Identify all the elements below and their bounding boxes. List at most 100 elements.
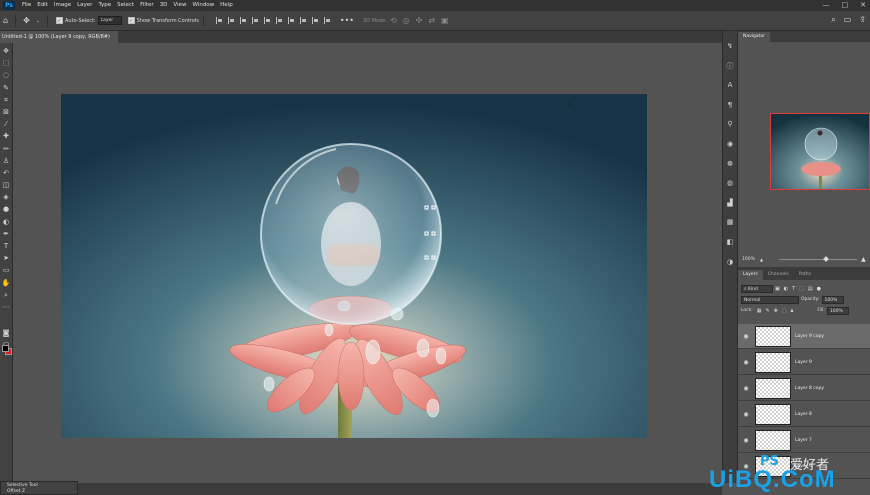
menu-view[interactable]: View (170, 0, 189, 11)
path-select-tool-icon[interactable]: ➤ (1, 252, 11, 264)
chevron-down-icon[interactable]: ⌄ (36, 18, 40, 24)
minimize-button[interactable]: — (823, 0, 830, 11)
paragraph-panel-icon[interactable]: ¶ (724, 96, 736, 116)
filter-smart-icon[interactable]: ▤ (808, 286, 813, 292)
eye-icon[interactable]: ◉ (741, 385, 751, 392)
filter-shape-icon[interactable]: ⬚ (799, 286, 804, 292)
foreground-color-swatch[interactable] (2, 345, 9, 352)
zoom-slider[interactable] (779, 255, 858, 262)
lock-artboard-icon[interactable]: ⬚ (782, 308, 787, 314)
menu-select[interactable]: Select (114, 0, 137, 11)
layer-row[interactable]: ◉ Layer 9 (738, 350, 870, 375)
lasso-tool-icon[interactable]: ◌ (1, 69, 11, 81)
libraries-panel-icon[interactable]: ◧ (724, 233, 736, 253)
eye-icon[interactable]: ◉ (741, 333, 751, 340)
info-panel-icon[interactable]: ⓘ (724, 57, 736, 77)
align-left-icon[interactable] (215, 17, 224, 24)
menu-file[interactable]: File (19, 0, 34, 11)
hand-tool-icon[interactable]: ✋ (1, 277, 11, 289)
distribute-left-icon[interactable] (287, 17, 296, 24)
lock-all-icon[interactable]: 🔒︎ (791, 308, 794, 314)
clone-stamp-tool-icon[interactable]: ♙ (1, 155, 11, 167)
zoom-slider-handle[interactable] (823, 255, 829, 262)
filter-pixel-icon[interactable]: ▣ (775, 286, 780, 292)
layer-row[interactable]: ◉ Layer 8 copy (738, 376, 870, 401)
filter-adjustment-icon[interactable]: ◐ (784, 286, 788, 292)
blend-mode-dropdown[interactable]: Normal (741, 295, 799, 304)
filter-toggle-icon[interactable]: ● (817, 286, 821, 292)
quick-mask-icon[interactable]: ◙ (1, 327, 11, 339)
dodge-tool-icon[interactable]: ◐ (1, 216, 11, 228)
layer-row[interactable]: ◉ Layer 8 (738, 402, 870, 427)
move-tool-icon[interactable]: ✥ (23, 16, 30, 25)
tab-navigator[interactable]: Navigator (738, 32, 771, 42)
character-panel-icon[interactable]: A (724, 76, 736, 96)
distribute-top-icon[interactable] (323, 17, 332, 24)
zoom-level[interactable]: 100% (742, 257, 756, 262)
blur-tool-icon[interactable]: ● (1, 203, 11, 215)
fill-input[interactable]: 100% (826, 306, 849, 315)
history-panel-icon[interactable]: ↯ (724, 37, 736, 57)
tab-paths[interactable]: Paths (794, 270, 816, 280)
show-transform-checkbox[interactable]: ✓ (127, 17, 135, 24)
menu-edit[interactable]: Edit (34, 0, 51, 11)
menu-3d[interactable]: 3D (157, 0, 171, 11)
filter-type-icon[interactable]: T (792, 286, 795, 292)
eyedropper-tool-icon[interactable]: ⁄ (1, 118, 11, 130)
home-icon[interactable]: ⌂ (3, 16, 8, 25)
adjustments-panel-icon[interactable]: ◍ (724, 174, 736, 194)
align-top-icon[interactable] (251, 17, 260, 24)
eye-icon[interactable]: ◉ (741, 437, 751, 444)
3d-roll-icon[interactable]: ◎ (403, 16, 410, 25)
zoom-in-icon[interactable]: ▲ (861, 256, 866, 263)
styles-panel-icon[interactable]: ◑ (724, 253, 736, 273)
learn-panel-icon[interactable]: ⚲ (724, 115, 736, 135)
more-options-icon[interactable]: ••• (340, 16, 354, 25)
opacity-input[interactable]: 100% (821, 295, 844, 304)
lock-pixels-icon[interactable]: ✎ (766, 308, 770, 314)
tab-layers[interactable]: Layers (738, 270, 763, 280)
eye-icon[interactable]: ◉ (741, 359, 751, 366)
shape-tool-icon[interactable]: ▭ (1, 264, 11, 276)
distribute-right-icon[interactable] (311, 17, 320, 24)
tab-channels[interactable]: Channels (763, 270, 794, 280)
auto-select-checkbox[interactable]: ✓ (55, 17, 63, 24)
filter-kind-dropdown[interactable]: ⌕ Kind (741, 284, 773, 293)
close-window-button[interactable]: ✕ (860, 0, 866, 11)
3d-slide-icon[interactable]: ⇄ (428, 16, 435, 25)
zoom-tool-icon[interactable]: ⌕ (1, 289, 11, 301)
3d-scale-icon[interactable]: ▣ (441, 16, 449, 25)
layer-row[interactable]: ◉ Layer 7 (738, 428, 870, 453)
color-panel-icon[interactable]: ◉ (724, 135, 736, 155)
frame-tool-icon[interactable]: ⊠ (1, 106, 11, 118)
lock-transparent-icon[interactable]: ▦ (757, 308, 762, 314)
histogram-panel-icon[interactable]: ▟ (724, 194, 736, 214)
layer-row[interactable]: ◉ Layer 9 copy (738, 324, 870, 349)
crop-tool-icon[interactable]: ⌗ (1, 94, 11, 106)
canvas[interactable] (61, 94, 647, 438)
3d-orbit-icon[interactable]: ⟲ (390, 16, 397, 25)
eye-icon[interactable]: ◉ (741, 411, 751, 418)
menu-filter[interactable]: Filter (137, 0, 157, 11)
zoom-out-icon[interactable]: ▲ (760, 257, 763, 262)
pen-tool-icon[interactable]: ✒ (1, 228, 11, 240)
history-brush-tool-icon[interactable]: ↶ (1, 167, 11, 179)
search-icon[interactable]: ⌕ (831, 15, 835, 25)
navigator-thumbnail[interactable] (770, 113, 870, 190)
share-icon[interactable]: ⇪ (859, 15, 866, 25)
eraser-tool-icon[interactable]: ◫ (1, 179, 11, 191)
auto-select-dropdown[interactable]: Layer (97, 16, 122, 25)
more-tools-icon[interactable]: ⋯ (1, 301, 11, 313)
align-center-icon[interactable] (227, 17, 236, 24)
move-tool-icon[interactable]: ✥ (1, 45, 11, 57)
menu-help[interactable]: Help (217, 0, 236, 11)
align-right-icon[interactable] (239, 17, 248, 24)
menu-layer[interactable]: Layer (74, 0, 95, 11)
menu-image[interactable]: Image (51, 0, 74, 11)
3d-pan-icon[interactable]: ✣ (416, 16, 423, 25)
align-middle-icon[interactable] (263, 17, 272, 24)
type-tool-icon[interactable]: T (1, 240, 11, 252)
channels-panel-icon[interactable]: ▦ (724, 213, 736, 233)
menu-window[interactable]: Window (189, 0, 217, 11)
paint-bucket-tool-icon[interactable]: ◈ (1, 191, 11, 203)
